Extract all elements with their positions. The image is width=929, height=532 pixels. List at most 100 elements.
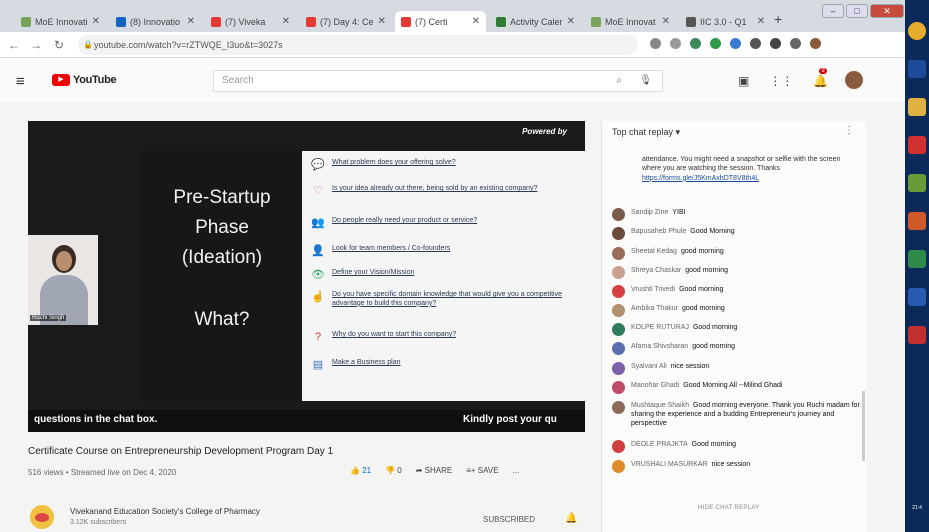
tab-label: MoE Innovat [605,16,656,27]
channel-avatar[interactable] [30,505,54,529]
tab-close-icon[interactable]: ✕ [187,16,195,27]
chat-author-avatar[interactable] [612,304,625,317]
tab-close-icon[interactable]: ✕ [282,16,290,27]
taskbar-other-icon[interactable] [908,326,926,344]
chat-author-name[interactable]: Sandip Zine [631,209,668,216]
search-icon[interactable]: ⌕ [616,71,622,91]
chat-author-name[interactable]: Sheetal Kedag [631,248,677,255]
extension-icon[interactable] [750,38,761,49]
chat-author-name[interactable]: Afama Shivsharan [631,343,688,350]
tab-close-icon[interactable]: ✕ [378,16,386,27]
chat-author-name[interactable]: Mushtaque Shaikh [631,402,689,409]
video-player[interactable]: Powered by Ruchi Singh Pre-Startup Phase… [28,121,585,432]
pinned-link[interactable]: https://forms.gle/J5KmAxhDT8V8th4L [642,175,759,182]
dislike-button[interactable]: 👎 0 [385,466,402,475]
create-video-icon[interactable]: ▣ [738,74,749,88]
tab-close-icon[interactable]: ✕ [567,16,575,27]
tab-close-icon[interactable]: ✕ [472,16,480,27]
taskbar-save-icon[interactable] [908,60,926,78]
browser-tab[interactable]: (7) Certi ✕ [395,11,486,32]
chat-author-name[interactable]: Syalvani Ali [631,363,667,370]
chat-author-avatar[interactable] [612,266,625,279]
chat-author-name[interactable]: Vrushti Trivedi [631,286,675,293]
presentation-slide: Pre-Startup Phase (Ideation) What? 💬 What… [142,151,585,401]
like-button[interactable]: 👍 21 [350,466,371,475]
chat-more-icon[interactable]: ⋮ [844,125,854,136]
chat-author-avatar[interactable] [612,401,625,414]
microphone-icon[interactable]: 🎙 [639,71,652,91]
more-actions-button[interactable]: ... [513,466,520,475]
profile-icon[interactable] [810,38,821,49]
chat-author-avatar[interactable] [612,362,625,375]
ticker-text-left: questions in the chat box. [34,414,158,425]
taskbar-chrome-icon[interactable] [908,22,926,40]
browser-tab[interactable]: IIC 3.0 - Q1 ✕ [680,11,771,32]
chat-author-avatar[interactable] [612,381,625,394]
chat-author-name[interactable]: KOLPE RUTURAJ [631,324,689,331]
chat-author-avatar[interactable] [612,247,625,260]
chat-author-name[interactable]: DEOLE PRAJKTA [631,441,688,448]
chat-author-avatar[interactable] [612,440,625,453]
chat-author-avatar[interactable] [612,227,625,240]
chat-message-body: Afama Shivsharan good morning [631,342,735,351]
browser-tab[interactable]: (7) Day 4: Ce ✕ [300,11,391,32]
chat-author-name[interactable]: VRUSHALI MASURKAR [631,461,708,468]
save-button[interactable]: ≡+ SAVE [466,466,498,475]
tab-close-icon[interactable]: ✕ [757,16,765,27]
tab-close-icon[interactable]: ✕ [92,16,100,27]
browser-tab[interactable]: (7) Viveka ✕ [205,11,296,32]
chat-scrollbar[interactable] [862,391,865,461]
slide-question: 👥 Do people really need your product or s… [310,217,477,229]
taskbar-word-icon[interactable] [908,288,926,306]
taskbar-pdf-icon[interactable] [908,136,926,154]
taskbar-app-icon[interactable] [908,174,926,192]
new-tab-button[interactable]: + [774,11,782,27]
extension-icon[interactable] [770,38,781,49]
hide-chat-replay-button[interactable]: HIDE CHAT REPLAY [698,505,759,511]
channel-name[interactable]: Vivekanand Education Society's College o… [70,507,260,516]
browser-tab[interactable]: MoE Innovat ✕ [585,11,676,32]
chat-author-name[interactable]: Manohar Ghadi [631,382,679,389]
tab-close-icon[interactable]: ✕ [662,16,670,27]
chat-message-body: Ambika Thakur good morning [631,304,725,313]
browser-tab[interactable]: Activity Caler ✕ [490,11,581,32]
chat-author-avatar[interactable] [612,285,625,298]
maximize-button[interactable]: □ [846,4,868,18]
extension-icon[interactable] [690,38,701,49]
taskbar-folder-icon[interactable] [908,98,926,116]
browser-tab[interactable]: (8) Innovatio ✕ [110,11,201,32]
browser-tab[interactable]: MoE Innovati ✕ [15,11,106,32]
extension-icon[interactable] [710,38,721,49]
chat-author-avatar[interactable] [612,342,625,355]
star-icon[interactable] [670,38,681,49]
chat-header[interactable]: Top chat replay ▾ [612,127,680,138]
close-window-button[interactable]: ✕ [870,4,904,18]
youtube-logo[interactable]: ▶ YouTube [52,74,117,86]
like-count: 21 [362,466,372,475]
search-input[interactable]: Search ⌕ 🎙 [213,70,663,92]
account-avatar[interactable] [845,71,863,89]
puzzle-icon[interactable] [790,38,801,49]
notification-bell-icon[interactable]: 🔔 [565,513,577,524]
notifications-icon[interactable]: 🔔 9 [813,68,828,88]
chat-author-name[interactable]: Bapusaheb Phule [631,228,686,235]
menu-icon[interactable]: ≡ [16,73,25,90]
reload-icon[interactable]: ↻ [54,38,64,52]
url-bar[interactable]: 🔒 youtube.com/watch?v=rZTWQE_I3uo&t=3027… [78,35,638,55]
slide-question-text: Is your idea already out there, being so… [332,185,538,192]
chat-author-avatar[interactable] [612,460,625,473]
share-button[interactable]: ➦ SHARE [416,466,453,475]
taskbar-powerpoint-icon[interactable] [908,212,926,230]
minimize-button[interactable]: – [822,4,844,18]
apps-grid-icon[interactable]: ⋮⋮ [769,74,793,88]
chat-author-name[interactable]: Ambika Thakur [631,305,678,312]
translate-icon[interactable] [650,38,661,49]
subscribed-button[interactable]: SUBSCRIBED [483,515,535,524]
chat-author-name[interactable]: Shreya Chaskar [631,267,681,274]
back-icon[interactable]: ← [8,38,20,52]
chat-author-avatar[interactable] [612,323,625,336]
taskbar-excel-icon[interactable] [908,250,926,268]
forward-icon[interactable]: → [30,38,42,52]
extension-icon[interactable] [730,38,741,49]
chat-author-avatar[interactable] [612,208,625,221]
